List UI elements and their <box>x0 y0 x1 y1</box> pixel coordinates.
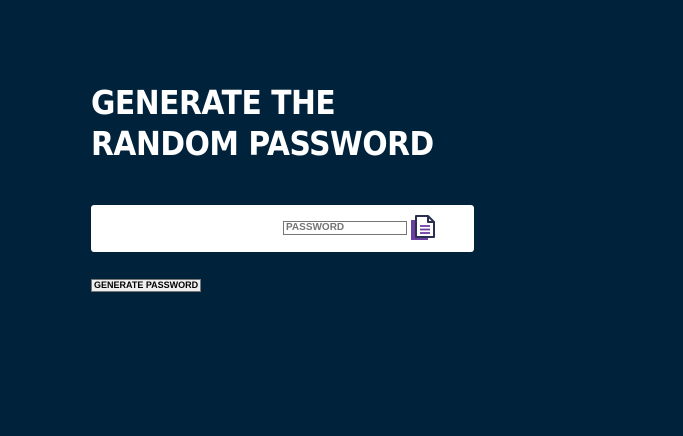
generate-password-button[interactable]: GENERATE PASSWORD <box>91 279 202 292</box>
page-title: GENERATE THE RANDOM PASSWORD <box>91 83 434 163</box>
password-container <box>91 205 474 252</box>
copy-icon[interactable] <box>409 214 437 242</box>
password-input[interactable] <box>283 221 407 235</box>
